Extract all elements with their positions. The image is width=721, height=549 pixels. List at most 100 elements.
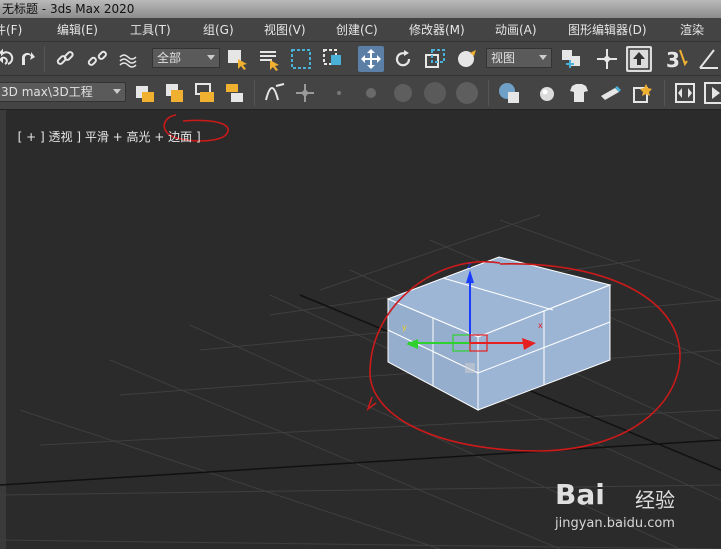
- viewport-label[interactable]: [ + ] 透视 ] 平滑 + 高光 + 边面 ]: [10, 114, 201, 145]
- globe-list-icon: [499, 83, 519, 103]
- scene-explorer-button[interactable]: [496, 80, 522, 106]
- select-and-place-button[interactable]: [454, 46, 480, 72]
- scale-icon: [425, 49, 445, 68]
- project-path-value: 3D max\3D工程: [1, 85, 93, 99]
- window-crossing-icon: [323, 49, 341, 65]
- viewport-label-text[interactable]: [ + ] 透视 ] 平滑 + 高光 + 边面 ]: [18, 130, 201, 144]
- material-sphere-icon: [456, 82, 478, 104]
- select-object-button[interactable]: [224, 46, 250, 72]
- material-slot-2-button[interactable]: [358, 80, 384, 106]
- link-icon: [56, 51, 74, 65]
- select-and-scale-button[interactable]: [422, 46, 448, 72]
- select-and-link-button[interactable]: [52, 46, 78, 72]
- angle-snap-icon: [699, 49, 718, 69]
- render-frame-icon: [601, 86, 621, 100]
- manipulate-icon: [597, 49, 617, 69]
- window-crossing-button[interactable]: [320, 46, 346, 72]
- menu-edit[interactable]: 编辑(E): [57, 18, 98, 42]
- layer-manager-button[interactable]: [162, 80, 188, 106]
- create-selection-set-button[interactable]: [132, 80, 158, 106]
- material-sphere-icon: [394, 84, 412, 102]
- secondary-toolbar: 3D max\3D工程: [0, 76, 721, 110]
- snaps-toggle-button[interactable]: 3: [664, 46, 690, 72]
- redo-icon: [22, 52, 35, 65]
- menu-group[interactable]: 组(G): [203, 18, 234, 42]
- rectangular-selection-button[interactable]: [288, 46, 314, 72]
- layers-icon: [166, 84, 183, 102]
- material-sphere-icon: [424, 82, 446, 104]
- select-and-rotate-button[interactable]: [390, 46, 416, 72]
- layer-explorer-icon: [195, 83, 214, 102]
- render-setup-button[interactable]: [566, 80, 592, 106]
- render-iterative-button[interactable]: [672, 80, 698, 106]
- select-by-name-button[interactable]: [256, 46, 282, 72]
- unlink-icon: [87, 50, 107, 66]
- unlink-selection-button[interactable]: [84, 46, 110, 72]
- window-title: 无标题 - 3ds Max 2020: [2, 2, 135, 16]
- render-production-button[interactable]: [630, 80, 656, 106]
- selection-filter-value: 全部: [157, 51, 182, 65]
- baidu-logo: Bai: [555, 478, 605, 511]
- film-icon: [675, 83, 695, 103]
- render-teapot-icon: [633, 84, 652, 103]
- select-and-move-button[interactable]: [358, 46, 384, 72]
- title-bar: 无标题 - 3ds Max 2020: [0, 0, 721, 18]
- material-ball-icon: [540, 87, 554, 101]
- move-icon: [361, 49, 381, 69]
- angle-snap-button[interactable]: [696, 46, 721, 72]
- curve-editor-button[interactable]: [262, 80, 288, 106]
- material-sphere-icon: [366, 88, 376, 98]
- gizmo-x-label: x: [538, 321, 543, 330]
- toggle-ribbon-button[interactable]: [222, 80, 248, 106]
- rect-selection-icon: [291, 49, 311, 69]
- redo-button[interactable]: [14, 46, 40, 72]
- rotate-icon: [395, 50, 411, 67]
- watermark-url: jingyan.baidu.com: [555, 516, 675, 531]
- project-path-dropdown[interactable]: 3D max\3D工程: [0, 82, 126, 102]
- menu-tools[interactable]: 工具(T): [130, 18, 171, 42]
- material-slot-5-button[interactable]: [454, 80, 480, 106]
- selection-filter-dropdown[interactable]: 全部: [152, 48, 220, 68]
- svg-text:3: 3: [666, 48, 680, 72]
- pivot-center-button[interactable]: [558, 46, 584, 72]
- chevron-down-icon: [113, 89, 121, 94]
- menu-rendering[interactable]: 渲染: [680, 18, 704, 42]
- place-icon: [458, 50, 476, 67]
- menu-views[interactable]: 视图(V): [264, 18, 306, 42]
- gizmo-y-label: y: [402, 323, 407, 332]
- curve-editor-icon: [265, 83, 285, 101]
- bind-space-warp-button[interactable]: [116, 46, 142, 72]
- baidu-jingyan-watermark: Bai 经验 jingyan.baidu.com: [555, 478, 715, 544]
- teapot-shirt-icon: [570, 84, 588, 102]
- snap-3d-icon: 3: [666, 48, 688, 72]
- main-toolbar: 全部 视图 3: [0, 42, 721, 76]
- ribbon-icon: [226, 84, 243, 102]
- space-warp-icon: [119, 54, 137, 68]
- play-button[interactable]: [702, 80, 721, 106]
- keyboard-shortcut-override-button[interactable]: [626, 46, 652, 72]
- select-object-icon: [228, 50, 247, 70]
- material-editor-button[interactable]: [534, 80, 560, 106]
- material-slot-1-button[interactable]: [326, 80, 352, 106]
- menu-graph-editors[interactable]: 图形编辑器(D): [568, 18, 647, 42]
- chevron-down-icon: [539, 55, 547, 60]
- material-slot-3-button[interactable]: [390, 80, 416, 106]
- play-icon: [704, 82, 721, 104]
- select-manipulate-button[interactable]: [594, 46, 620, 72]
- rendered-frame-window-button[interactable]: [598, 80, 624, 106]
- box-object[interactable]: [386, 256, 612, 411]
- pivot-center-icon: [562, 50, 580, 68]
- shortcut-override-icon: [628, 48, 650, 70]
- menu-animation[interactable]: 动画(A): [495, 18, 537, 42]
- select-by-name-icon: [260, 51, 279, 71]
- material-slot-4-button[interactable]: [422, 80, 448, 106]
- menu-modifiers[interactable]: 修改器(M): [409, 18, 465, 42]
- schematic-icon: [296, 84, 314, 102]
- reference-coordinate-value: 视图: [491, 51, 516, 65]
- menu-create[interactable]: 创建(C): [336, 18, 378, 42]
- schematic-view-button[interactable]: [292, 80, 318, 106]
- reference-coordinate-dropdown[interactable]: 视图: [486, 48, 552, 68]
- menu-file[interactable]: 文件(F): [0, 18, 22, 42]
- jingyan-brand: 经验: [635, 488, 675, 512]
- layer-explorer-button[interactable]: [192, 80, 218, 106]
